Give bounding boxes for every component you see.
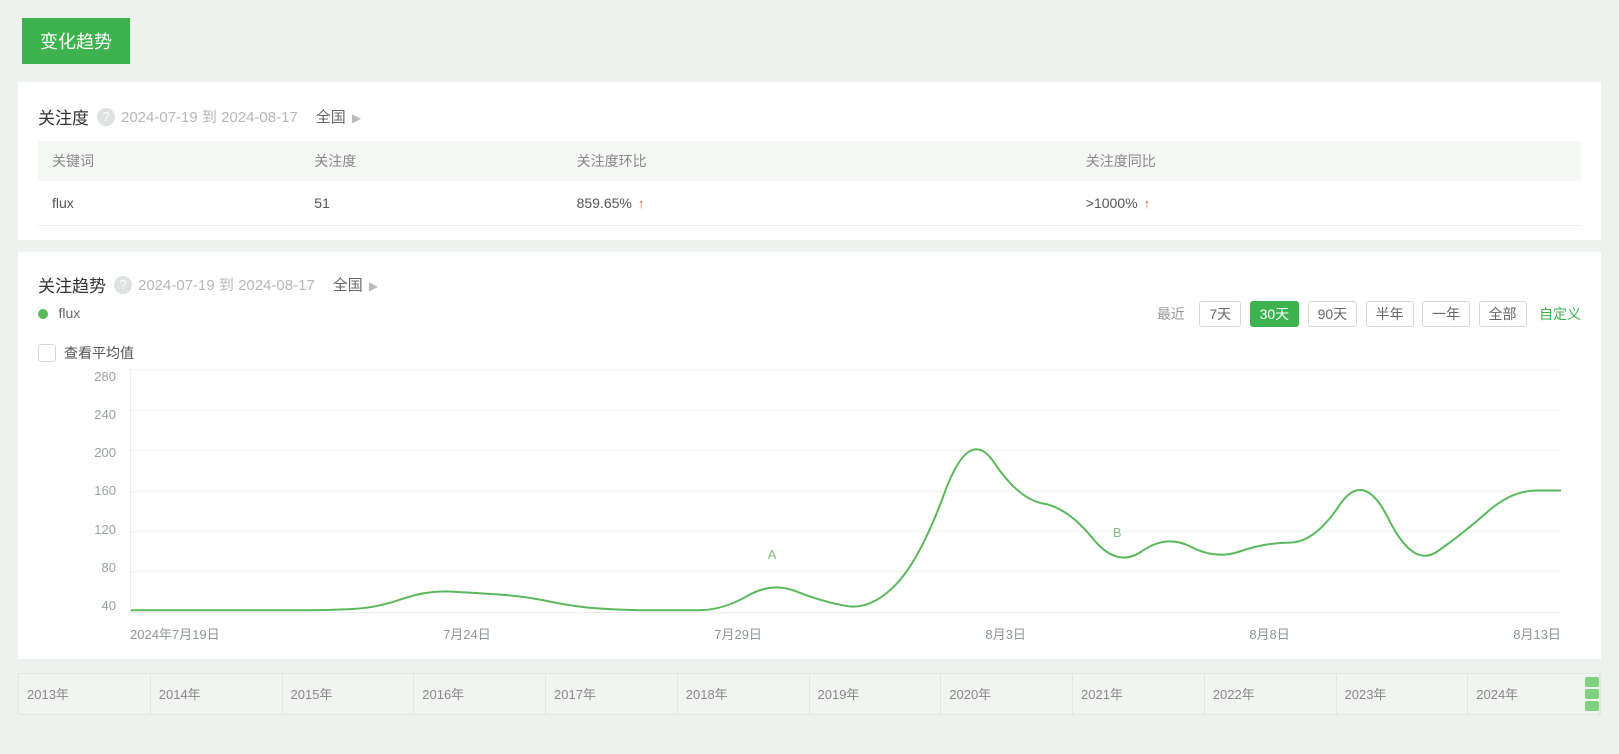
range-selector: 最近 7天 30天 90天 半年 一年 全部 自定义 — [1157, 301, 1581, 327]
table-row: flux 51 859.65%↑ >1000%↑ — [38, 181, 1581, 226]
chart-annotation-A: A — [768, 547, 777, 562]
timeline-year: 2013年 — [19, 674, 151, 714]
col-keyword: 关键词 — [38, 141, 300, 181]
cell-mom: 859.65%↑ — [563, 181, 1072, 226]
timeline-year: 2019年 — [810, 674, 942, 714]
timeline-year: 2015年 — [283, 674, 415, 714]
timeline-year: 2021年 — [1073, 674, 1205, 714]
range-90d[interactable]: 90天 — [1308, 301, 1358, 327]
trend-title: 关注趋势 — [38, 272, 106, 297]
y-tick: 280 — [94, 369, 116, 384]
timeline-year: 2016年 — [414, 674, 546, 714]
range-half[interactable]: 半年 — [1366, 301, 1414, 327]
range-30d[interactable]: 30天 — [1250, 301, 1300, 327]
range-year[interactable]: 一年 — [1422, 301, 1470, 327]
range-custom[interactable]: 自定义 — [1539, 306, 1581, 322]
col-yoy: 关注度同比 — [1072, 141, 1581, 181]
timeline-year: 2024年 — [1468, 674, 1600, 714]
range-all[interactable]: 全部 — [1479, 301, 1527, 327]
range-7d[interactable]: 7天 — [1199, 301, 1241, 327]
arrow-up-icon: ↑ — [1144, 196, 1151, 211]
y-tick: 160 — [94, 483, 116, 498]
col-attention: 关注度 — [300, 141, 562, 181]
y-axis: 280 240 200 160 120 80 40 — [82, 369, 126, 613]
trend-panel: 关注趋势 ? 2024-07-19 到 2024-08-17 全国▶ flux … — [18, 252, 1601, 659]
attention-region[interactable]: 全国 ▶ — [316, 106, 361, 127]
x-tick: 8月8日 — [1249, 624, 1289, 643]
attention-title: 关注度 — [38, 104, 89, 129]
x-tick: 2024年7月19日 — [130, 624, 220, 643]
avg-checkbox[interactable] — [38, 344, 56, 362]
attention-panel: 关注度 ? 2024-07-19 到 2024-08-17 全国 ▶ 关键词 关注… — [18, 82, 1601, 240]
cell-keyword: flux — [38, 181, 300, 226]
legend-series-label: flux — [58, 305, 80, 321]
x-axis: 2024年7月19日 7月24日 7月29日 8月3日 8月8日 8月13日 — [130, 624, 1561, 643]
range-prefix: 最近 — [1157, 306, 1185, 322]
legend-dot-icon — [38, 309, 48, 319]
avg-checkbox-label: 查看平均值 — [64, 343, 134, 363]
timeline-year: 2023年 — [1337, 674, 1469, 714]
trend-chart: 280 240 200 160 120 80 40 — [38, 369, 1581, 649]
y-tick: 120 — [94, 522, 116, 537]
cell-yoy: >1000%↑ — [1072, 181, 1581, 226]
chart-annotation-B: B — [1113, 525, 1122, 540]
arrow-up-icon: ↑ — [638, 196, 645, 211]
y-tick: 240 — [94, 407, 116, 422]
timeline-year: 2014年 — [151, 674, 283, 714]
timeline-year: 2020年 — [941, 674, 1073, 714]
timeline-year: 2017年 — [546, 674, 678, 714]
trend-date-range: 2024-07-19 到 2024-08-17 — [138, 274, 315, 295]
timeline-year: 2022年 — [1205, 674, 1337, 714]
x-tick: 7月29日 — [714, 624, 762, 643]
region-label: 全国 — [333, 277, 363, 294]
attention-date-range: 2024-07-19 到 2024-08-17 — [121, 106, 298, 127]
section-tag: 变化趋势 — [22, 18, 130, 64]
col-mom: 关注度环比 — [563, 141, 1072, 181]
chevron-right-icon: ▶ — [352, 111, 361, 125]
trend-region[interactable]: 全国 ▶ — [333, 274, 378, 295]
x-tick: 7月24日 — [443, 624, 491, 643]
y-tick: 200 — [94, 445, 116, 460]
timeline-year: 2018年 — [678, 674, 810, 714]
legend: flux — [38, 305, 80, 323]
chevron-right-icon: ▶ — [369, 279, 378, 293]
timeline-handle-icon[interactable] — [1584, 676, 1600, 712]
region-label: 全国 — [316, 109, 346, 126]
help-icon[interactable]: ? — [114, 276, 132, 294]
cell-attention: 51 — [300, 181, 562, 226]
x-tick: 8月13日 — [1513, 624, 1561, 643]
x-tick: 8月3日 — [985, 624, 1025, 643]
y-tick: 40 — [102, 598, 116, 613]
y-tick: 80 — [102, 560, 116, 575]
attention-table: 关键词 关注度 关注度环比 关注度同比 flux 51 859.65%↑ >10… — [38, 141, 1581, 226]
timeline-scrubber[interactable]: 2013年 2014年 2015年 2016年 2017年 2018年 2019… — [18, 673, 1601, 715]
plot-area[interactable]: A B — [130, 369, 1561, 613]
help-icon[interactable]: ? — [97, 108, 115, 126]
